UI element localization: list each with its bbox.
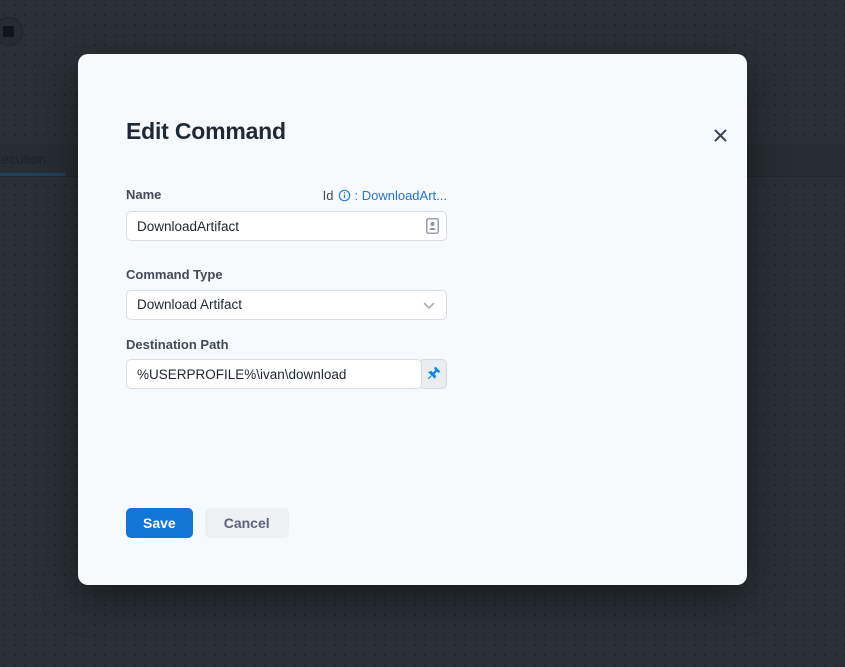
variable-picker-button[interactable] [419,359,447,389]
pushpin-icon [425,366,441,382]
active-tab-underline [0,173,65,176]
stop-icon [3,26,14,37]
page-title: Edit Command [126,116,747,146]
destination-path-group [126,359,447,389]
destination-path-input[interactable] [126,359,422,389]
id-label: Id [323,188,334,203]
tab-execution[interactable]: ecution [1,143,46,174]
close-icon [713,128,728,146]
command-type-select[interactable]: Download Artifact [126,290,447,320]
edit-command-modal: Edit Command Name Id : DownloadArt... [78,54,747,585]
cancel-button[interactable]: Cancel [205,508,289,538]
id-value-link[interactable]: : DownloadArt... [355,188,448,203]
command-type-value: Download Artifact [127,291,446,319]
command-type-label: Command Type [126,267,747,283]
canvas-node-button[interactable] [0,17,23,46]
info-icon[interactable] [338,189,351,202]
save-button[interactable]: Save [126,508,193,538]
name-input[interactable] [126,211,447,241]
autofill-contact-icon[interactable] [426,218,439,234]
id-cluster: Id : DownloadArt... [323,188,447,203]
tab-execution-label: ecution [1,151,46,167]
destination-path-label: Destination Path [126,337,747,353]
close-button[interactable] [707,124,733,150]
chevron-down-icon [423,302,435,310]
name-label: Name [126,187,161,203]
